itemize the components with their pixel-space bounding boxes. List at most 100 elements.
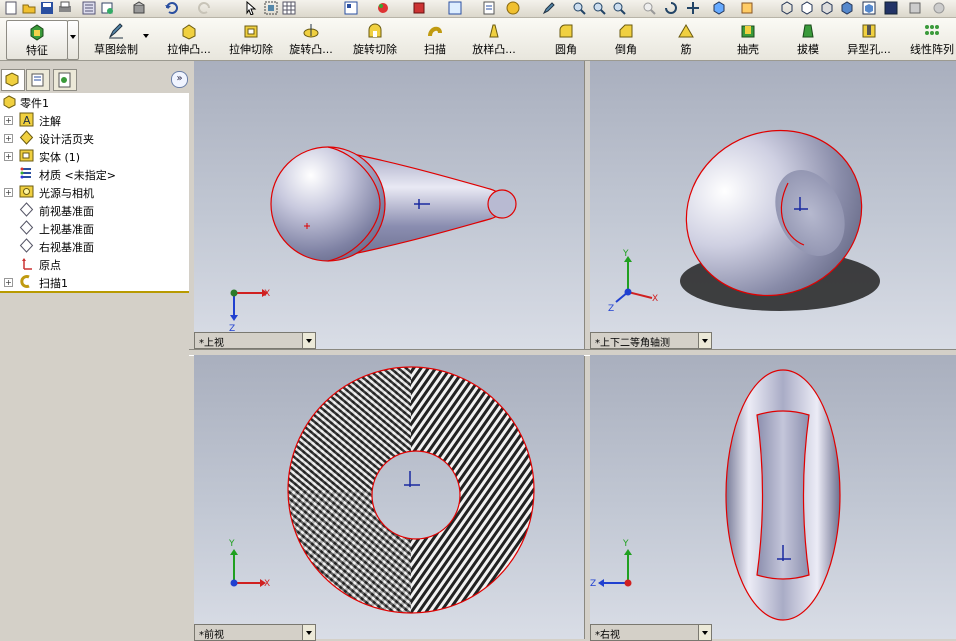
expand-panel-button[interactable]: » xyxy=(171,71,188,88)
tree-item-front-plane[interactable]: 前视基准面 xyxy=(0,201,189,219)
pan-icon[interactable] xyxy=(686,1,700,15)
rib-button[interactable]: 筋 xyxy=(668,20,704,58)
perspective-icon[interactable] xyxy=(908,1,922,15)
viewport-top-label-bar[interactable]: *上视 xyxy=(194,332,316,349)
properties-icon[interactable] xyxy=(100,1,114,15)
options-icon[interactable] xyxy=(82,1,96,15)
revolved-boss-button[interactable]: 旋转凸... xyxy=(282,20,340,58)
tree-item-annotations[interactable]: + A 注解 xyxy=(0,111,189,129)
tree-item-sweep1[interactable]: + 扫描1 xyxy=(0,273,189,291)
loft-label: 放样凸... xyxy=(472,43,516,56)
tree-item-origin[interactable]: 原点 xyxy=(0,255,189,273)
print-icon[interactable] xyxy=(58,1,72,15)
help-icon[interactable] xyxy=(506,1,520,15)
chamfer-icon xyxy=(619,24,633,38)
sketch-pencil-icon[interactable] xyxy=(542,1,556,15)
torus-iso-model: Y X Z xyxy=(608,129,880,314)
binder-icon xyxy=(19,130,34,145)
tree-item-label: 注解 xyxy=(39,115,61,128)
shell-label: 抽壳 xyxy=(737,43,759,56)
layout-icon[interactable] xyxy=(344,1,358,15)
loft-button[interactable]: 放样凸... xyxy=(464,20,524,58)
viewport-isometric[interactable]: Y X Z xyxy=(590,61,956,349)
feature-tree-tab[interactable] xyxy=(1,69,25,91)
section-view-icon[interactable] xyxy=(740,1,754,15)
hole-wizard-button[interactable]: 异型孔... xyxy=(838,20,900,58)
chamfer-button[interactable]: 倒角 xyxy=(606,20,646,58)
sweep-button[interactable]: 扫描 xyxy=(412,20,458,58)
viewport-right-dropdown[interactable] xyxy=(698,625,711,640)
sketch-tab-button[interactable]: 草图绘制 xyxy=(80,20,152,58)
sheet-icon[interactable] xyxy=(482,1,496,15)
extruded-cut-button[interactable]: 拉伸切除 xyxy=(222,20,280,58)
draft-label: 拔模 xyxy=(797,43,819,56)
viewport-right[interactable]: Y Z xyxy=(590,355,956,639)
viewport-front-label-bar[interactable]: *前视 xyxy=(194,624,316,641)
realview-icon[interactable] xyxy=(932,1,946,15)
features-dropdown[interactable] xyxy=(67,20,79,60)
tree-item-right-plane[interactable]: 右视基准面 xyxy=(0,237,189,255)
expand-toggle[interactable]: + xyxy=(4,278,13,287)
fillet-button[interactable]: 圆角 xyxy=(546,20,586,58)
viewport-iso-dropdown[interactable] xyxy=(698,333,711,348)
draft-button[interactable]: 拔模 xyxy=(788,20,828,58)
expand-toggle[interactable]: + xyxy=(4,188,13,197)
grid-icon[interactable] xyxy=(282,1,296,15)
hidden-lines-visible-icon[interactable] xyxy=(800,1,814,15)
zoom-in-out-icon[interactable] xyxy=(612,1,626,15)
shaded-with-edges-icon[interactable] xyxy=(862,1,876,15)
features-icon xyxy=(30,24,44,41)
plane-icon xyxy=(19,238,34,253)
zoom-fit-icon[interactable] xyxy=(572,1,586,15)
hidden-lines-removed-icon[interactable] xyxy=(820,1,834,15)
save-icon[interactable] xyxy=(40,1,54,15)
view-orientation-icon[interactable] xyxy=(448,1,462,15)
fillet-icon xyxy=(559,24,573,38)
viewport-iso-label-bar[interactable]: *上下二等角轴测 xyxy=(590,332,712,349)
property-manager-tab[interactable] xyxy=(26,69,50,91)
tree-item-lights-cameras[interactable]: + 光源与相机 xyxy=(0,183,189,201)
linear-pattern-button[interactable]: 线性阵列 xyxy=(908,20,956,58)
viewport-top[interactable]: X Z xyxy=(194,61,584,349)
new-document-icon[interactable] xyxy=(4,1,18,15)
tree-item-top-plane[interactable]: 上视基准面 xyxy=(0,219,189,237)
undo-icon[interactable] xyxy=(164,1,178,15)
rebuild-icon[interactable] xyxy=(132,1,146,15)
zoom-area-icon[interactable] xyxy=(592,1,606,15)
appearance-icon[interactable] xyxy=(376,1,390,15)
tree-item-label: 前视基准面 xyxy=(39,205,94,218)
expand-toggle[interactable]: + xyxy=(4,134,13,143)
tree-root[interactable]: 零件1 xyxy=(0,93,189,111)
features-tab-button[interactable]: 特征 xyxy=(6,20,68,60)
shaded-icon[interactable] xyxy=(840,1,854,15)
tree-item-design-binder[interactable]: + 设计活页夹 xyxy=(0,129,189,147)
viewport-front[interactable]: Y X xyxy=(194,355,584,639)
zoom-selection-icon[interactable] xyxy=(642,1,656,15)
material-library-icon[interactable] xyxy=(412,1,426,15)
extruded-boss-button[interactable]: 拉伸凸... xyxy=(160,20,218,58)
shell-button[interactable]: 抽壳 xyxy=(728,20,768,58)
select-box-icon[interactable] xyxy=(264,1,278,15)
rotate-view-icon[interactable] xyxy=(664,1,678,15)
open-folder-icon[interactable] xyxy=(22,1,36,15)
tree-item-label: 实体 (1) xyxy=(39,151,81,164)
tree-item-label: 光源与相机 xyxy=(39,187,94,200)
expand-toggle[interactable]: + xyxy=(4,152,13,161)
redo-icon[interactable] xyxy=(198,1,212,15)
expand-toggle[interactable]: + xyxy=(4,116,13,125)
revolved-cut-button[interactable]: 旋转切除 xyxy=(346,20,404,58)
tree-item-material[interactable]: 材质 <未指定> xyxy=(0,165,189,183)
standard-views-icon[interactable] xyxy=(712,1,726,15)
tree-item-solid-bodies[interactable]: + 实体 (1) xyxy=(0,147,189,165)
select-pointer-icon[interactable] xyxy=(244,1,258,15)
viewport-front-dropdown[interactable] xyxy=(302,625,315,640)
draft-icon xyxy=(802,24,814,38)
wireframe-icon[interactable] xyxy=(780,1,794,15)
viewport-right-label-bar[interactable]: *右视 xyxy=(590,624,712,641)
solid-body-icon xyxy=(19,149,34,162)
rollback-bar[interactable] xyxy=(0,291,189,293)
configuration-manager-tab[interactable] xyxy=(53,69,77,91)
shadows-icon[interactable] xyxy=(884,1,898,15)
annotation-icon: A xyxy=(19,112,34,127)
viewport-top-dropdown[interactable] xyxy=(302,333,315,348)
